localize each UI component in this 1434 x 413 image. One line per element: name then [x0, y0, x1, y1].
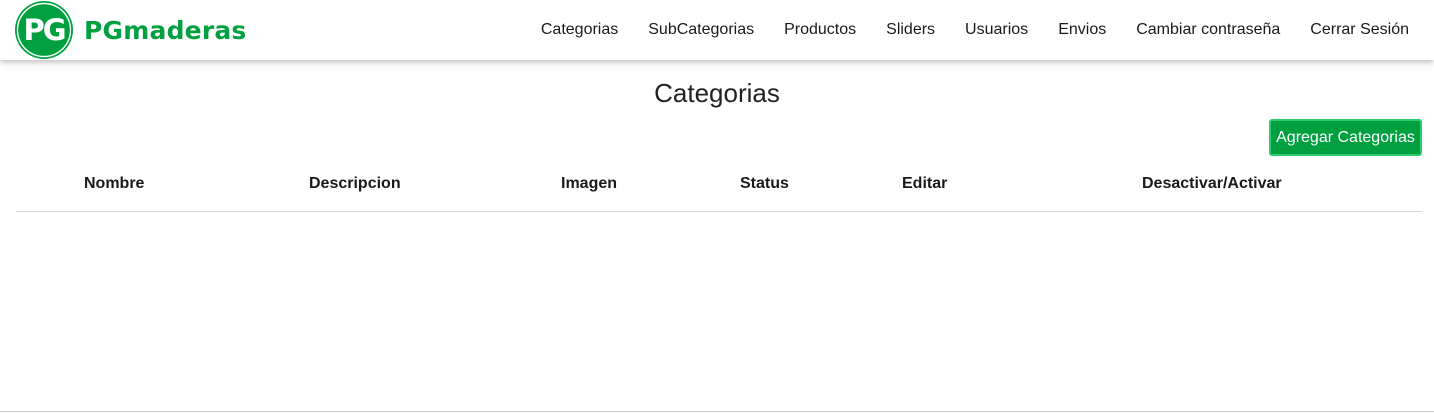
brand-link[interactable]: PG PGmaderas — [13, 0, 247, 60]
pg-logo-icon: PG — [13, 0, 75, 60]
nav-item-usuarios[interactable]: Usuarios — [950, 21, 1043, 39]
nav-item-productos[interactable]: Productos — [769, 21, 871, 39]
table-header: Nombre Descripcion Imagen Status Editar … — [16, 164, 1422, 212]
top-navbar: PG PGmaderas Categorias SubCategorias Pr… — [0, 0, 1434, 60]
svg-text:PG: PG — [23, 13, 64, 47]
column-header-status: Status — [740, 175, 789, 192]
nav-item-sliders[interactable]: Sliders — [871, 21, 950, 39]
page-title: Categorias — [654, 78, 780, 108]
column-header-imagen: Imagen — [561, 175, 618, 192]
nav-menu: Categorias SubCategorias Productos Slide… — [526, 0, 1424, 60]
column-header-editar: Editar — [902, 175, 948, 192]
column-header-desactivar-activar: Desactivar/Activar — [1142, 175, 1282, 192]
column-header-nombre: Nombre — [84, 175, 145, 192]
column-header-descripcion: Descripcion — [309, 175, 401, 192]
nav-item-envios[interactable]: Envios — [1043, 21, 1121, 39]
bottom-divider — [0, 411, 1434, 412]
brand-name: PGmaderas — [84, 15, 247, 45]
nav-item-cerrar-sesion[interactable]: Cerrar Sesión — [1295, 21, 1424, 39]
nav-item-cambiar-contrasena[interactable]: Cambiar contraseña — [1121, 21, 1295, 39]
add-category-button[interactable]: Agregar Categorias — [1269, 119, 1422, 156]
nav-item-subcategorias[interactable]: SubCategorias — [633, 21, 769, 39]
nav-item-categorias[interactable]: Categorias — [526, 21, 633, 39]
